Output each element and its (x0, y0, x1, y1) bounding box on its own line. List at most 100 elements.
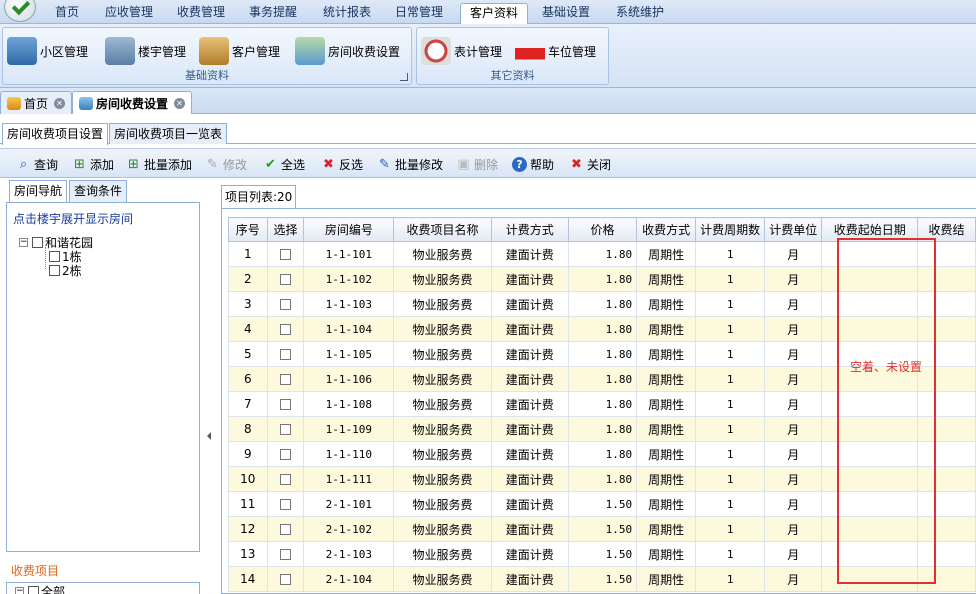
row-checkbox[interactable] (280, 574, 291, 585)
table-cell: 7 (228, 391, 268, 417)
table-cell: 建面计费 (490, 366, 569, 392)
grid-body: 1 1-1-101 物业服务费 建面计费 1.80 周期性 1 月 2 1-1-102 物业服务费建… (228, 241, 976, 592)
column-header[interactable]: 收费结 (917, 217, 976, 242)
menu-basic-settings[interactable]: 基础设置 (532, 3, 600, 24)
table-cell: 周期性 (636, 366, 697, 392)
invert-select-button[interactable]: ✖ 反选 (321, 155, 363, 173)
table-row[interactable]: 14 2-1-104 物业服务费 建面计费 1.50 周期性 1 月 (228, 566, 976, 592)
table-row[interactable]: 12 2-1-102 物业服务费 建面计费 1.50 周期性 1 月 (228, 516, 976, 542)
tab-room-fee-settings[interactable]: 房间收费项目设置 (2, 123, 109, 145)
column-header[interactable]: 选择 (266, 217, 305, 242)
menu-home[interactable]: 首页 (46, 3, 88, 24)
table-row[interactable]: 2 1-1-102 物业服务费 建面计费 1.80 周期性 1 月 (228, 266, 976, 292)
fee-items-panel: − 全部 (6, 582, 200, 594)
collapse-icon[interactable]: − (15, 586, 24, 594)
edit-button[interactable]: ✎ 修改 (205, 155, 247, 173)
table-cell: 建面计费 (490, 541, 569, 567)
column-header[interactable]: 计费单位 (764, 217, 823, 242)
table-cell: 1.80 (567, 416, 638, 442)
tree-node-building-2[interactable]: 2栋 (47, 262, 82, 279)
table-row[interactable]: 9 1-1-110 物业服务费 建面计费 1.80 周期性 1 月 (228, 441, 976, 467)
building-button[interactable]: 楼宇管理 (105, 33, 186, 69)
close-button[interactable]: ✖ 关闭 (569, 155, 611, 173)
column-header[interactable]: 价格 (567, 217, 638, 242)
query-button[interactable]: ⌕ 查询 (16, 155, 58, 173)
menu-reminders[interactable]: 事务提醒 (240, 3, 306, 24)
tree-checkbox[interactable] (49, 251, 60, 262)
row-checkbox[interactable] (280, 524, 291, 535)
row-checkbox[interactable] (280, 274, 291, 285)
app-logo[interactable] (4, 0, 36, 22)
doc-tab-home[interactable]: 首页 ✕ (0, 91, 73, 114)
column-header[interactable]: 计费周期数 (695, 217, 766, 242)
column-header[interactable]: 计费方式 (490, 217, 569, 242)
row-checkbox[interactable] (280, 399, 291, 410)
batch-add-button[interactable]: ⊞ 批量添加 (126, 155, 192, 173)
customer-button[interactable]: 客户管理 (199, 33, 280, 69)
search-icon: ⌕ (19, 156, 28, 172)
help-button[interactable]: ? 帮助 (512, 155, 554, 173)
row-checkbox[interactable] (280, 299, 291, 310)
menu-reports[interactable]: 统计报表 (314, 3, 380, 24)
collapse-icon[interactable]: − (19, 238, 28, 247)
row-checkbox[interactable] (280, 324, 291, 335)
table-row[interactable]: 1 1-1-101 物业服务费 建面计费 1.80 周期性 1 月 (228, 241, 976, 267)
tree-checkbox[interactable] (49, 265, 60, 276)
batch-edit-button[interactable]: ✎ 批量修改 (377, 155, 443, 173)
select-all-button[interactable]: ✔ 全选 (263, 155, 305, 173)
room-fee-button[interactable]: 房间收费设置 (295, 33, 400, 69)
table-row[interactable]: 4 1-1-104 物业服务费 建面计费 1.80 周期性 1 月 (228, 316, 976, 342)
tree-checkbox[interactable] (32, 237, 43, 248)
table-row[interactable]: 8 1-1-109 物业服务费 建面计费 1.80 周期性 1 月 (228, 416, 976, 442)
ribbon: 小区管理 楼宇管理 客户管理 房间收费设置 基础资料 表计管理 车位管理 其它资… (0, 24, 976, 88)
collapse-arrow-icon[interactable] (207, 432, 211, 440)
delete-button[interactable]: ▣ 删除 (456, 155, 498, 173)
add-button[interactable]: ⊞ 添加 (72, 155, 114, 173)
table-row[interactable]: 10 1-1-111 物业服务费 建面计费 1.80 周期性 1 月 (228, 466, 976, 492)
column-header[interactable]: 收费起始日期 (821, 217, 919, 242)
row-checkbox[interactable] (280, 424, 291, 435)
table-cell: 1.80 (567, 466, 638, 492)
row-checkbox[interactable] (280, 349, 291, 360)
table-row[interactable]: 11 2-1-101 物业服务费 建面计费 1.50 周期性 1 月 (228, 491, 976, 517)
doc-tab-room-fee[interactable]: 房间收费设置 ✕ (72, 91, 193, 114)
tab-room-navigation[interactable]: 房间导航 (9, 180, 68, 202)
row-checkbox[interactable] (280, 499, 291, 510)
table-cell: 物业服务费 (393, 366, 492, 392)
close-tab-icon[interactable]: ✕ (174, 97, 186, 109)
menu-daily[interactable]: 日常管理 (386, 3, 452, 24)
column-header[interactable]: 收费方式 (636, 217, 697, 242)
column-header[interactable]: 序号 (228, 217, 268, 242)
customer-icon (199, 37, 229, 65)
table-cell: 周期性 (636, 391, 697, 417)
column-header[interactable]: 房间编号 (303, 217, 395, 242)
table-row[interactable]: 13 2-1-103 物业服务费 建面计费 1.50 周期性 1 月 (228, 541, 976, 567)
close-tab-icon[interactable]: ✕ (54, 97, 66, 109)
menu-customers[interactable]: 客户资料 (460, 3, 528, 24)
row-checkbox[interactable] (280, 449, 291, 460)
fee-items-label: 收费项目 (11, 564, 60, 578)
table-row[interactable]: 7 1-1-108 物业服务费 建面计费 1.80 周期性 1 月 (228, 391, 976, 417)
tab-room-fee-list[interactable]: 房间收费项目一览表 (109, 123, 228, 144)
panel-splitter[interactable] (204, 180, 218, 594)
parking-button[interactable]: 车位管理 (515, 33, 596, 69)
community-button[interactable]: 小区管理 (7, 33, 88, 69)
menu-charges[interactable]: 收费管理 (168, 3, 234, 24)
group-launcher-icon[interactable] (400, 73, 408, 81)
table-row[interactable]: 3 1-1-103 物业服务费 建面计费 1.80 周期性 1 月 (228, 291, 976, 317)
tab-query-conditions[interactable]: 查询条件 (69, 180, 128, 202)
menu-system[interactable]: 系统维护 (606, 3, 674, 24)
meter-button[interactable]: 表计管理 (421, 33, 502, 69)
fee-node-all[interactable]: − 全部 (15, 585, 65, 594)
tab-item-list[interactable]: 项目列表:20 (221, 185, 297, 209)
row-checkbox[interactable] (280, 474, 291, 485)
row-checkbox[interactable] (280, 249, 291, 260)
table-cell: 10 (228, 466, 268, 492)
row-checkbox[interactable] (280, 549, 291, 560)
row-checkbox[interactable] (280, 374, 291, 385)
fee-checkbox[interactable] (28, 585, 39, 594)
column-header[interactable]: 收费项目名称 (393, 217, 492, 242)
table-cell: 建面计费 (490, 566, 569, 592)
menu-receivables[interactable]: 应收管理 (96, 3, 162, 24)
table-cell (821, 266, 919, 292)
